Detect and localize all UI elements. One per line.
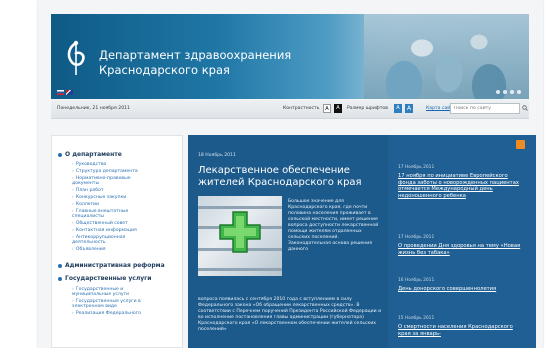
- bullet-icon: [58, 276, 62, 281]
- sidebar-section-services[interactable]: Государственные услуги: [58, 275, 152, 282]
- header-banner: Департамент здравоохранения Краснодарско…: [51, 14, 529, 99]
- current-date: Понедельник, 21 ноября 2011: [57, 106, 130, 111]
- sidebar-item[interactable]: › Реализация Федерального: [72, 311, 150, 316]
- rss-icon[interactable]: [516, 140, 525, 149]
- side-news-title[interactable]: 17 ноября по инициативе Европейского фон…: [398, 173, 526, 199]
- sidebar-item[interactable]: › Главные внештатные специалисты: [72, 209, 152, 219]
- sidebar-menu: О департаменте › Руководство › Структура д…: [51, 135, 183, 348]
- sidebar-item[interactable]: › Государственные услуги в электронном ви…: [72, 299, 150, 309]
- sidebar-item[interactable]: › Общественный совет: [72, 221, 180, 226]
- contrast-high-button[interactable]: A: [334, 104, 342, 113]
- toolbar: Понедельник, 21 ноября 2011 Контрастност…: [51, 100, 529, 119]
- side-news-date: 17 Ноябрь 2011: [398, 235, 435, 240]
- pharmacy-photo: [198, 196, 282, 276]
- sidebar-item[interactable]: › Государственные и муниципальные услуги: [72, 287, 150, 297]
- side-news-date: 15 Ноябрь 2011: [398, 316, 435, 321]
- surgeons-photo: [364, 14, 529, 99]
- slider-dot[interactable]: [496, 90, 500, 94]
- slider-dot[interactable]: [510, 90, 514, 94]
- featured-news-title[interactable]: Лекарственное обеспечение жителей Красно…: [198, 165, 378, 189]
- flag-ru-icon[interactable]: [57, 90, 64, 95]
- side-news-title[interactable]: О проведении Дня здоровья на тему «Новая…: [398, 243, 526, 256]
- search-input[interactable]: [450, 103, 520, 114]
- featured-news-text: Большое значение для Краснодарского края…: [288, 199, 379, 252]
- side-news-item[interactable]: 17 Ноябрь 2011 О проведении Дня здоровья…: [398, 235, 526, 256]
- header-title-line2: Краснодарского края: [99, 63, 230, 77]
- side-news-title[interactable]: День донорского совершеннолетия: [398, 286, 526, 293]
- pharmacy-cross-icon: [219, 211, 261, 253]
- search-icon[interactable]: [522, 105, 528, 111]
- side-news-item[interactable]: 17 Ноябрь 2011 17 ноября по инициативе Е…: [398, 165, 526, 199]
- sidebar-item[interactable]: › Конкурсные закупки: [72, 195, 180, 200]
- side-news-item[interactable]: 15 Ноябрь 2011 О смертности населения Кр…: [398, 316, 526, 337]
- contrast-normal-button[interactable]: A: [323, 104, 331, 113]
- sidebar-item[interactable]: › Нормативно-правовые документы: [72, 176, 152, 186]
- slider-dot[interactable]: [503, 90, 507, 94]
- featured-news: 18 Ноябрь 2011 Лекарственное обеспечение…: [188, 135, 388, 348]
- featured-news-date: 18 Ноябрь 2011: [198, 153, 236, 158]
- sidebar-item[interactable]: › Руководство: [72, 162, 180, 167]
- sidebar-section-reform[interactable]: Административная реформа: [58, 262, 165, 269]
- slider-dots[interactable]: [496, 90, 521, 94]
- font-size-label: Размер шрифтов: [347, 106, 388, 111]
- bullet-icon: [58, 263, 62, 268]
- language-flags[interactable]: [57, 90, 73, 95]
- sidebar-item[interactable]: › Коллегии: [72, 202, 180, 207]
- side-news-date: 17 Ноябрь 2011: [398, 165, 435, 170]
- page-container: Департамент здравоохранения Краснодарско…: [38, 0, 543, 348]
- sidebar-item[interactable]: › План работ: [72, 188, 180, 193]
- contrast-label: Контрастность: [283, 106, 320, 111]
- header-title-line1: Департамент здравоохранения: [99, 48, 292, 62]
- font-small-button[interactable]: A: [394, 104, 402, 113]
- side-news-item[interactable]: 16 Ноябрь 2011 День донорского совершенн…: [398, 278, 526, 293]
- sidebar-section-about[interactable]: О департаменте: [58, 151, 122, 158]
- sidebar-item[interactable]: › Объявления: [72, 247, 180, 252]
- featured-news-text-continued: вопроса появилась с сентября 2010 года с…: [198, 297, 382, 332]
- font-large-button[interactable]: A: [405, 104, 413, 113]
- flag-en-icon[interactable]: [66, 90, 73, 95]
- news-block: 18 Ноябрь 2011 Лекарственное обеспечение…: [188, 135, 536, 348]
- bullet-icon: [58, 152, 62, 157]
- sidebar-item[interactable]: › Контактная информация: [72, 228, 180, 233]
- slider-dot[interactable]: [517, 90, 521, 94]
- side-news-date: 16 Ноябрь 2011: [398, 278, 435, 283]
- sidebar-item[interactable]: › Структура департамента: [72, 169, 180, 174]
- sidebar-item[interactable]: › Антикоррупционная деятельность: [72, 235, 152, 245]
- side-news-title[interactable]: О смертности населения Краснодарского кр…: [398, 324, 526, 337]
- caduceus-logo-icon: [67, 40, 85, 75]
